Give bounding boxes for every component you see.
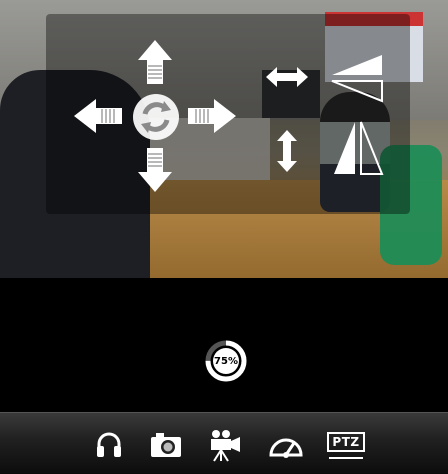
flip-vertical-icon[interactable]: [332, 120, 384, 176]
headphones-icon: [97, 432, 121, 457]
record-button[interactable]: [206, 427, 246, 463]
ptz-icon: PTZ: [327, 431, 365, 459]
refresh-icon[interactable]: [131, 92, 181, 142]
camera-icon: [151, 433, 181, 457]
mirror-horizontal-icon[interactable]: [330, 53, 384, 103]
ptz-underline: [329, 453, 363, 459]
arrow-down-icon[interactable]: [136, 146, 174, 194]
loading-progress-label: 75%: [214, 355, 238, 367]
arrow-left-icon[interactable]: [72, 97, 124, 135]
audio-button[interactable]: [89, 427, 129, 463]
bottom-toolbar: PTZ: [0, 412, 448, 474]
snapshot-button[interactable]: [146, 427, 186, 463]
video-camera-icon: [211, 430, 240, 462]
speed-button[interactable]: [266, 427, 306, 463]
double-arrow-horizontal-icon[interactable]: [264, 64, 310, 90]
ptz-label: PTZ: [327, 431, 365, 452]
arrow-right-icon[interactable]: [186, 97, 238, 135]
arrow-up-icon[interactable]: [136, 38, 174, 86]
gauge-icon: [269, 438, 303, 458]
double-arrow-vertical-icon[interactable]: [274, 128, 300, 174]
ptz-button[interactable]: PTZ: [324, 427, 368, 463]
